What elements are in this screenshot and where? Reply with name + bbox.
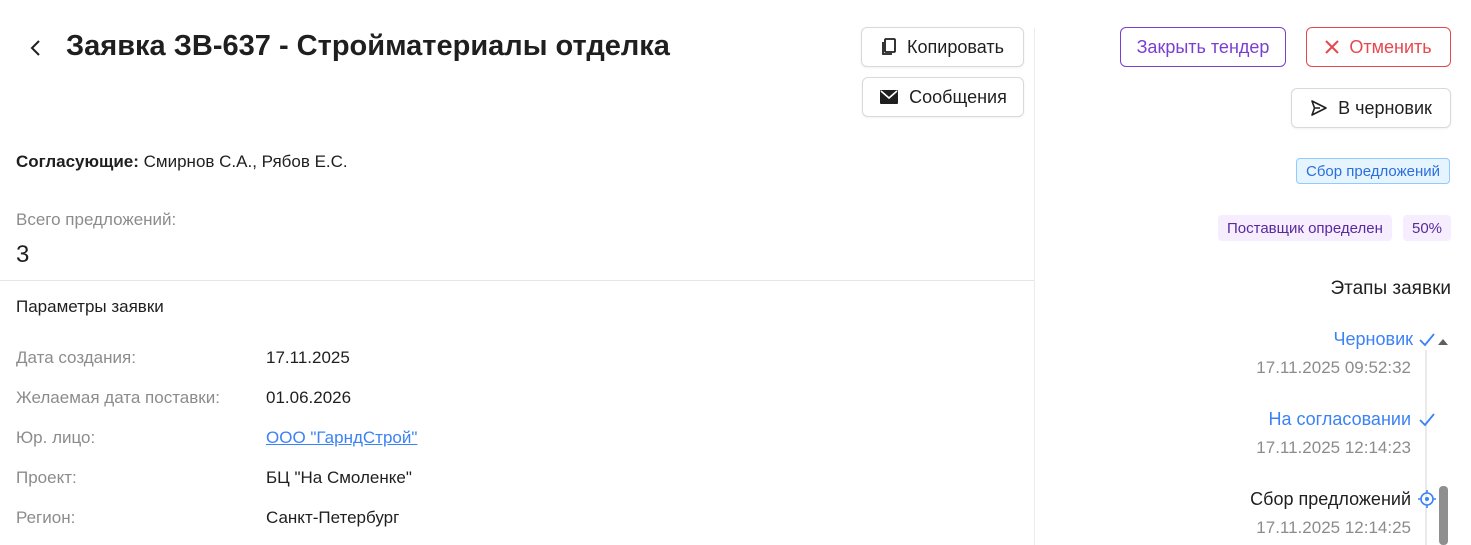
copy-icon: [881, 38, 897, 56]
legal-entity-link[interactable]: ООО "ГарндСтрой": [266, 428, 417, 448]
stage-name-approval: На согласовании: [1268, 409, 1411, 429]
check-icon: [1418, 412, 1436, 433]
column-divider: [1034, 28, 1035, 545]
param-label-project: Проект:: [16, 468, 77, 487]
approvers-row: Согласующие: Смирнов С.А., Рябов Е.С.: [16, 152, 348, 172]
supplier-status-badge: Поставщик определен: [1218, 215, 1392, 241]
stage-date-offers: 17.11.2025 12:14:25: [1256, 518, 1411, 537]
close-icon: [1325, 40, 1340, 54]
param-value-delivery: 01.06.2026: [266, 388, 352, 407]
stage-date-draft: 17.11.2025 09:52:32: [1256, 358, 1411, 377]
back-icon[interactable]: [26, 38, 46, 58]
param-label-legal-entity: Юр. лицо:: [16, 428, 96, 447]
copy-label: Копировать: [907, 36, 1004, 57]
check-icon: [1418, 332, 1436, 353]
param-value-region: Санкт-Петербург: [266, 508, 400, 527]
stage-name-draft: Черновик: [1333, 329, 1413, 349]
params-section-title: Параметры заявки: [16, 297, 164, 316]
messages-label: Сообщения: [909, 86, 1007, 107]
target-icon: [1417, 489, 1437, 514]
stage-date-approval: 17.11.2025 12:14:23: [1256, 438, 1411, 457]
progress-badge: 50%: [1403, 215, 1452, 241]
to-draft-button[interactable]: В черновик: [1291, 88, 1451, 128]
offers-count: 3: [16, 241, 30, 268]
approvers-label: Согласующие:: [16, 152, 139, 171]
stage-name-offers: Сбор предложений: [1250, 489, 1411, 509]
cancel-button[interactable]: Отменить: [1306, 27, 1451, 67]
cancel-label: Отменить: [1349, 36, 1432, 57]
mail-icon: [879, 89, 899, 105]
offers-label: Всего предложений:: [16, 210, 177, 229]
param-value-created: 17.11.2025: [266, 348, 350, 367]
close-tender-button[interactable]: Закрыть тендер: [1120, 27, 1286, 67]
status-badge: Сбор предложений: [1296, 158, 1451, 184]
page-title: Заявка ЗВ-637 - Стройматериалы отделка: [66, 30, 670, 62]
stages-title: Этапы заявки: [1330, 278, 1451, 299]
stages-scrollbar-track: [1425, 350, 1427, 545]
copy-button[interactable]: Копировать: [861, 27, 1024, 67]
stages-scrollbar-thumb[interactable]: [1439, 486, 1448, 545]
param-value-project: БЦ "На Смоленке": [266, 468, 412, 487]
approvers-value: Смирнов С.А., Рябов Е.С.: [138, 152, 348, 171]
param-label-region: Регион:: [16, 508, 76, 527]
to-draft-label: В черновик: [1338, 97, 1432, 118]
messages-button[interactable]: Сообщения: [862, 77, 1024, 117]
send-icon: [1310, 99, 1328, 117]
param-label-delivery: Желаемая дата поставки:: [16, 388, 220, 407]
param-label-created: Дата создания:: [16, 348, 136, 367]
section-divider: [0, 280, 1034, 281]
close-tender-label: Закрыть тендер: [1136, 36, 1270, 57]
stages-scroll-up-icon[interactable]: [1437, 334, 1449, 345]
